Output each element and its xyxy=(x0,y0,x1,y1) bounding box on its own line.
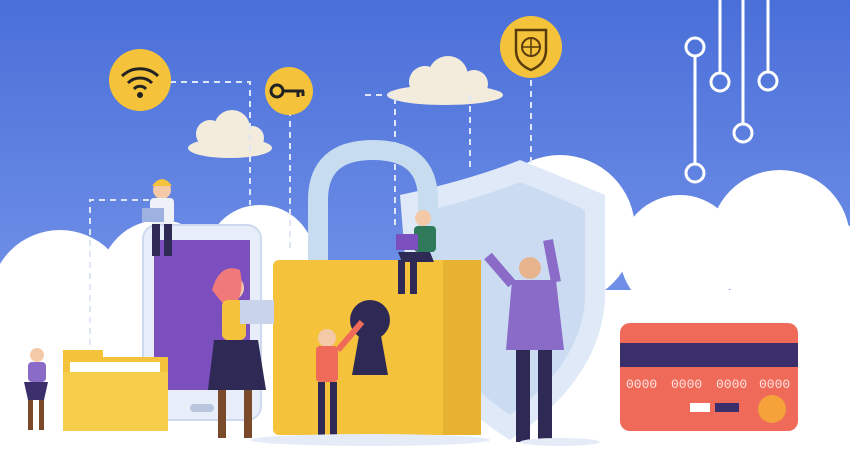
wifi-icon xyxy=(109,49,171,111)
folder-icon xyxy=(63,350,168,431)
credit-card-icon: 0000 0000 0000 0000 xyxy=(620,323,798,431)
key-icon xyxy=(265,67,313,115)
security-illustration: 0000 0000 0000 0000 xyxy=(0,0,850,457)
shield-globe-icon xyxy=(500,16,562,78)
card-number-group: 0000 xyxy=(716,377,747,392)
illustration-canvas: 0000 0000 0000 0000 xyxy=(0,0,850,457)
card-number-group: 0000 xyxy=(759,377,790,392)
card-number-group: 0000 xyxy=(671,377,702,392)
card-number-group: 0000 xyxy=(626,377,657,392)
